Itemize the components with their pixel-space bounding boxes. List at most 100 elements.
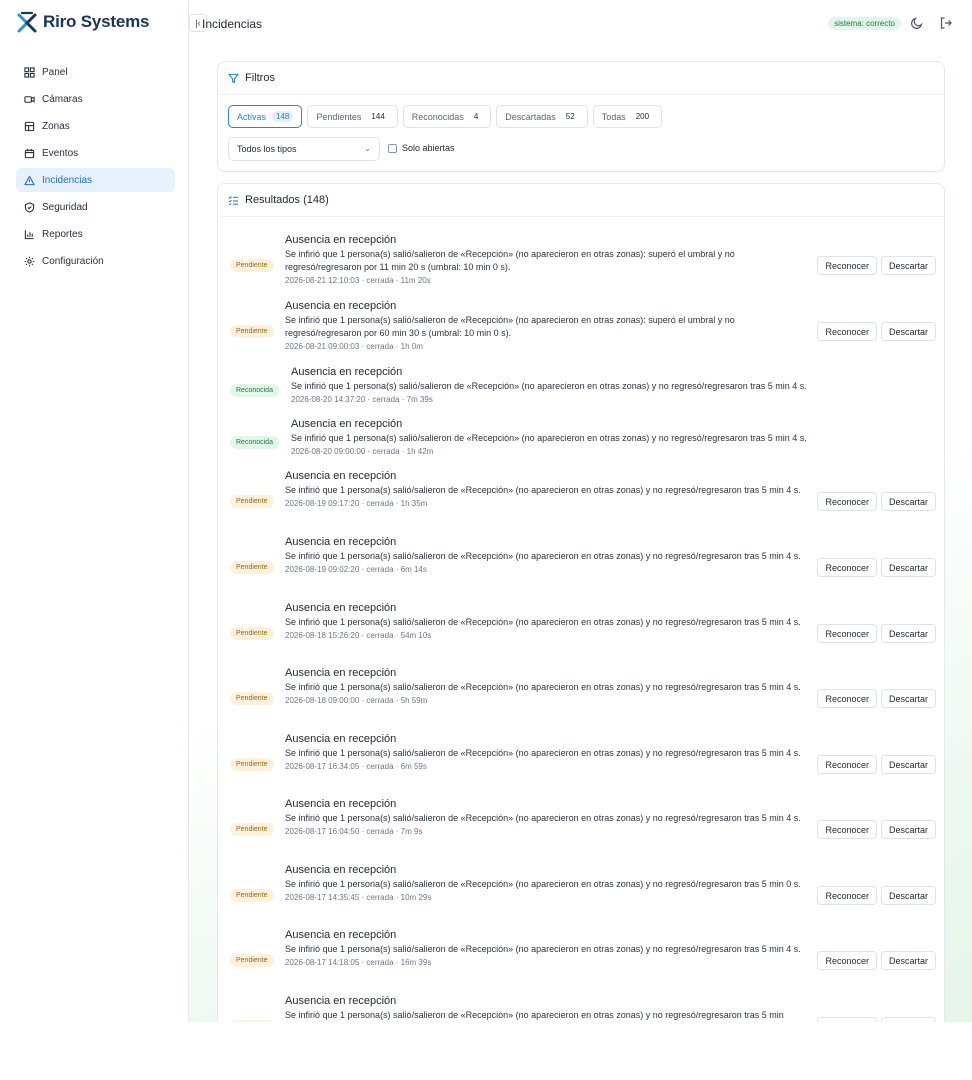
status-tabs: Activas 148 Pendientes 144 Reconocidas 4…: [228, 105, 667, 128]
acknowledge-button[interactable]: Reconocer: [817, 886, 877, 905]
incident-body: Ausencia en recepción Se infirió que 1 pe…: [285, 928, 809, 968]
incident-row[interactable]: Pendiente Ausencia en recepción Se infirió…: [218, 928, 946, 992]
tab-count: 4: [473, 112, 479, 121]
results-header: Resultados (148): [218, 184, 944, 217]
discard-button[interactable]: Descartar: [880, 492, 936, 511]
sidebar-item-panel[interactable]: Panel: [16, 60, 175, 84]
tab-todas[interactable]: Todas 200: [592, 105, 663, 128]
acknowledge-button[interactable]: Reconocer: [817, 689, 877, 708]
sidebar-item-eventos[interactable]: Eventos: [16, 141, 175, 165]
incident-actions: ReconocerDescartar: [813, 492, 936, 511]
incident-row[interactable]: Pendiente Ausencia en recepción Se infirió…: [218, 601, 946, 665]
discard-button[interactable]: Descartar: [880, 558, 936, 577]
incident-row[interactable]: Pendiente Ausencia en recepción Se infirió…: [218, 233, 946, 297]
gear-icon: [24, 256, 35, 266]
incident-title: Ausencia en recepción: [285, 995, 397, 1007]
brand[interactable]: Riro Systems: [16, 11, 149, 33]
discard-button[interactable]: Descartar: [880, 322, 936, 341]
status-badge: Reconocida: [230, 384, 279, 397]
discard-button[interactable]: Descartar: [880, 886, 936, 905]
collapse-icon: |‹: [195, 18, 201, 28]
sidebar-nav: Panel Cámaras Zonas Eventos Incidencias …: [16, 60, 175, 276]
incident-row[interactable]: Pendiente Ausencia en recepción Se infirió…: [218, 863, 946, 927]
theme-toggle-button[interactable]: [910, 16, 924, 30]
status-badge: Pendiente: [230, 954, 274, 967]
sidebar: Riro Systems Panel Cámaras Zonas Eventos: [0, 0, 189, 1022]
incident-body: Ausencia en recepción Se infirió que 1 pe…: [291, 365, 851, 405]
acknowledge-button[interactable]: Reconocer: [817, 624, 877, 643]
acknowledge-button[interactable]: Reconocer: [817, 558, 877, 577]
incident-row[interactable]: Pendiente Ausencia en recepción Se infirió…: [218, 535, 946, 599]
results-card: Resultados (148) Pendiente Ausencia en re…: [217, 183, 945, 1022]
sidebar-item-label: Zonas: [42, 120, 70, 132]
incident-row[interactable]: Pendiente Ausencia en recepción Se infirió…: [218, 469, 946, 533]
acknowledge-button[interactable]: Reconocer: [817, 322, 877, 341]
acknowledge-button[interactable]: Reconocer: [817, 492, 877, 511]
incident-row[interactable]: Pendiente Ausencia en recepción Se infirió…: [218, 299, 946, 363]
sidebar-item-seguridad[interactable]: Seguridad: [16, 195, 175, 219]
discard-button[interactable]: Descartar: [880, 951, 936, 970]
incident-title: Ausencia en recepción: [291, 366, 403, 378]
acknowledge-button[interactable]: Reconocer: [817, 1017, 877, 1022]
results-title: Resultados (148): [245, 194, 329, 206]
logo-icon: [17, 11, 37, 33]
incident-title: Ausencia en recepción: [285, 864, 397, 876]
incident-row[interactable]: Pendiente Ausencia en recepción Se infirió…: [218, 666, 946, 730]
only-open-filter[interactable]: Solo abiertas: [388, 143, 455, 153]
incident-actions: ReconocerDescartar: [813, 886, 936, 905]
incident-meta: 2026-08-18 09:00:00 · cerrada · 5h 59m: [285, 696, 428, 705]
status-badge: Pendiente: [230, 325, 274, 338]
tab-count: 200: [635, 112, 650, 121]
incident-row[interactable]: Reconocida Ausencia en recepción Se infiri…: [218, 365, 946, 415]
incident-actions: ReconocerDescartar: [813, 951, 936, 970]
acknowledge-button[interactable]: Reconocer: [817, 256, 877, 275]
status-badge: Pendiente: [230, 259, 274, 272]
discard-button[interactable]: Descartar: [880, 755, 936, 774]
incident-row[interactable]: Pendiente Ausencia en recepción Se infirió…: [218, 797, 946, 861]
status-badge: Pendiente: [230, 758, 274, 771]
discard-button[interactable]: Descartar: [880, 624, 936, 643]
sidebar-item-incidencias[interactable]: Incidencias: [16, 168, 175, 192]
incident-description: Se infirió que 1 persona(s) salió/salier…: [285, 682, 801, 692]
status-badge: Pendiente: [230, 889, 274, 902]
sidebar-item-reportes[interactable]: Reportes: [16, 222, 175, 246]
incident-title: Ausencia en recepción: [285, 733, 397, 745]
tab-reconocidas[interactable]: Reconocidas 4: [402, 105, 492, 128]
incident-meta: 2026-08-21 09:00:03 · cerrada · 1h 0m: [285, 342, 423, 351]
incident-description: Se infirió que 1 persona(s) salió/salier…: [285, 813, 801, 823]
incident-row[interactable]: Reconocida Ausencia en recepción Se infiri…: [218, 417, 946, 467]
incident-title: Ausencia en recepción: [285, 300, 397, 312]
incident-description: Se infirió que 1 persona(s) salió/salier…: [285, 485, 801, 495]
tab-descartadas[interactable]: Descartadas 52: [496, 105, 588, 128]
acknowledge-button[interactable]: Reconocer: [817, 951, 877, 970]
discard-button[interactable]: Descartar: [880, 820, 936, 839]
acknowledge-button[interactable]: Reconocer: [817, 820, 877, 839]
incident-meta: 2026-08-19 09:17:20 · cerrada · 1h 35m: [285, 499, 428, 508]
sidebar-item-label: Configuración: [42, 255, 104, 267]
status-badge: Pendiente: [230, 627, 274, 640]
discard-button[interactable]: Descartar: [880, 689, 936, 708]
sidebar-item-camaras[interactable]: Cámaras: [16, 87, 175, 111]
incident-body: Ausencia en recepción Se infirió que 1 pe…: [285, 863, 809, 903]
incident-title: Ausencia en recepción: [285, 536, 397, 548]
logout-button[interactable]: [939, 16, 953, 30]
incident-meta: 2026-08-20 14:37:20 · cerrada · 7m 39s: [291, 395, 433, 404]
type-select[interactable]: Todos los tipos ⌄: [228, 137, 380, 161]
chart-icon: [24, 229, 34, 239]
incident-row[interactable]: Pendiente Ausencia en recepción Se infirió…: [218, 994, 946, 1022]
incident-actions: ReconocerDescartar: [813, 689, 936, 708]
acknowledge-button[interactable]: Reconocer: [817, 755, 877, 774]
only-open-checkbox[interactable]: [388, 143, 397, 153]
sidebar-item-label: Reportes: [42, 228, 83, 240]
tab-activas[interactable]: Activas 148: [228, 105, 303, 128]
sidebar-item-zonas[interactable]: Zonas: [16, 114, 175, 138]
sidebar-item-configuracion[interactable]: Configuración: [16, 249, 175, 273]
tab-count: 144: [371, 112, 385, 121]
discard-button[interactable]: Descartar: [880, 256, 936, 275]
logout-icon: [940, 17, 952, 29]
incident-meta: 2026-08-20 09:00:00 · cerrada · 1h 42m: [291, 447, 434, 456]
discard-button[interactable]: Descartar: [880, 1017, 936, 1022]
incident-body: Ausencia en recepción Se infirió que 1 pe…: [285, 233, 809, 286]
tab-pendientes[interactable]: Pendientes 144: [307, 105, 398, 128]
incident-row[interactable]: Pendiente Ausencia en recepción Se infirió…: [218, 732, 946, 796]
